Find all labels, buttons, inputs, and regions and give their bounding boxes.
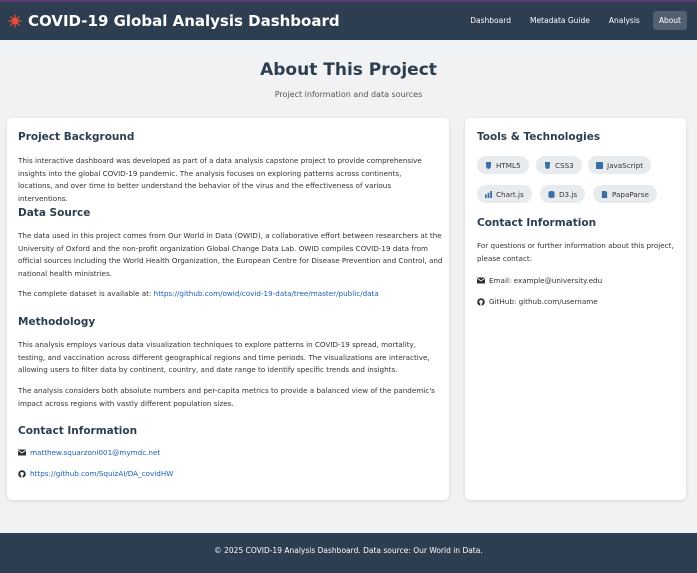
github-icon — [18, 469, 26, 478]
nav-about[interactable]: About — [652, 11, 687, 30]
contact-email-line: matthew.squarzoni001@mymdc.net — [18, 448, 160, 457]
footer: © 2025 COVID-19 Analysis Dashboard. Data… — [0, 533, 697, 573]
source-heading: Data Source — [18, 207, 91, 219]
source-availability: The complete dataset is available at: ht… — [18, 288, 443, 301]
database-icon — [548, 190, 555, 198]
tools-side-card: Tools & Technologies HTML5 CSS3 JavaScri… — [465, 118, 686, 500]
tool-label: PapaParse — [612, 189, 649, 199]
about-main-card: Project Background This interactive dash… — [7, 118, 449, 500]
nav-analysis[interactable]: Analysis — [603, 11, 646, 30]
contact-heading: Contact Information — [18, 425, 138, 437]
side-email-line: Email: example@university.edu — [477, 276, 602, 285]
nav-dashboard[interactable]: Dashboard — [464, 11, 517, 30]
contact-github-line: https://github.com/SquizAI/DA_covidHW — [18, 469, 173, 478]
contact-github-link[interactable]: https://github.com/SquizAI/DA_covidHW — [30, 469, 173, 478]
source-text: The data used in this project comes from… — [18, 231, 443, 278]
dataset-link[interactable]: https://github.com/owid/covid-19-data/tr… — [154, 289, 379, 298]
file-icon — [601, 190, 608, 198]
js-icon — [596, 161, 603, 169]
source-availability-label: The complete dataset is available at: — [18, 289, 154, 298]
chart-icon — [485, 190, 492, 198]
tool-label: Chart.js — [496, 189, 524, 199]
tool-label: HTML5 — [496, 160, 521, 170]
side-contact-text: For questions or further information abo… — [477, 241, 674, 263]
tool-label: D3.js — [559, 189, 578, 199]
html5-icon — [485, 161, 492, 169]
background-text: This interactive dashboard was developed… — [18, 156, 422, 203]
tool-label: JavaScript — [607, 160, 644, 170]
background-heading: Project Background — [18, 131, 135, 143]
methodology-heading: Methodology — [18, 316, 96, 328]
methodology-text-1: This analysis employs various data visua… — [18, 340, 430, 375]
tool-chip-papaparse[interactable]: PapaParse — [593, 185, 657, 203]
app-title: COVID-19 Global Analysis Dashboard — [28, 12, 340, 30]
tool-chip-d3[interactable]: D3.js — [540, 185, 586, 203]
footer-text: © 2025 COVID-19 Analysis Dashboard. Data… — [214, 546, 483, 555]
contact-email-link[interactable]: matthew.squarzoni001@mymdc.net — [30, 448, 160, 457]
github-icon — [477, 297, 485, 306]
tool-chip-css3[interactable]: CSS3 — [536, 156, 582, 174]
main-nav: Dashboard Metadata Guide Analysis About — [457, 11, 687, 30]
css3-icon — [544, 161, 551, 169]
side-contact-heading: Contact Information — [477, 217, 597, 229]
tool-label: CSS3 — [555, 160, 574, 170]
brand[interactable]: COVID-19 Global Analysis Dashboard — [8, 12, 340, 30]
envelope-icon — [477, 277, 485, 284]
top-navbar: COVID-19 Global Analysis Dashboard Dashb… — [0, 0, 697, 40]
envelope-icon — [18, 449, 26, 456]
side-github-text: GitHub: github.com/username — [489, 297, 598, 306]
methodology-text-2: The analysis considers both absolute num… — [18, 386, 435, 408]
tools-heading: Tools & Technologies — [477, 131, 601, 143]
side-github-line: GitHub: github.com/username — [477, 297, 598, 306]
nav-metadata-guide[interactable]: Metadata Guide — [524, 11, 596, 30]
page-subtitle: Project information and data sources — [274, 90, 423, 99]
tool-chip-javascript[interactable]: JavaScript — [588, 156, 652, 174]
side-email-text: Email: example@university.edu — [489, 276, 603, 285]
page-title: About This Project — [260, 60, 437, 80]
tool-chip-chartjs[interactable]: Chart.js — [477, 185, 532, 203]
tool-chip-html5[interactable]: HTML5 — [477, 156, 529, 174]
virus-icon — [8, 14, 22, 28]
